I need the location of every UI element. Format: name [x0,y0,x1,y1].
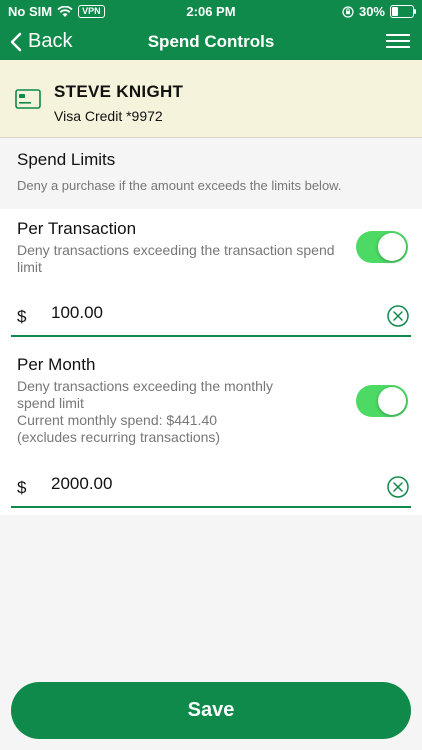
per-month-title: Per Month [17,355,96,374]
per-transaction-title: Per Transaction [17,219,137,238]
per-transaction-amount-field: $ [11,297,411,337]
per-transaction-section: Per Transaction Deny transactions exceed… [0,209,422,345]
card-holder-name: STEVE KNIGHT [54,82,184,101]
card-summary: STEVE KNIGHT Visa Credit *9972 [0,60,422,138]
nav-bar: Back Spend Controls [0,22,422,60]
per-month-description: Deny transactions exceeding the monthly … [17,378,274,411]
credit-card-icon [15,89,41,109]
page-title: Spend Controls [147,32,275,51]
status-bar: No SIM VPN 2:06 PM 30% [0,0,422,22]
currency-symbol: $ [17,307,27,326]
currency-symbol: $ [17,478,27,497]
per-month-toggle[interactable] [356,385,408,417]
battery-percent: 30% [358,4,385,19]
per-month-section: Per Month Deny transactions exceeding th… [0,345,422,515]
excludes-recurring-note: (excludes recurring transactions) [17,429,221,445]
per-transaction-amount-input[interactable] [51,303,351,323]
clear-circle-icon[interactable] [387,476,409,498]
spend-limits-title: Spend Limits [17,150,116,169]
per-month-amount-input[interactable] [51,474,351,494]
battery-icon [390,5,416,18]
per-transaction-toggle[interactable] [356,231,408,263]
spend-limits-header: Spend Limits Deny a purchase if the amou… [0,138,422,208]
clear-circle-icon[interactable] [387,305,409,327]
spend-limits-description: Deny a purchase if the amount exceeds th… [17,178,342,193]
card-name: Visa Credit *9972 [54,108,163,124]
hamburger-menu-icon[interactable] [386,34,410,50]
app-header: No SIM VPN 2:06 PM 30% Back Spend Contro… [0,0,422,60]
current-monthly-spend: Current monthly spend: $441.40 [17,412,218,428]
save-button[interactable]: Save [11,682,411,739]
per-transaction-description: Deny transactions exceeding the transact… [17,242,335,275]
orientation-lock-icon [342,5,354,18]
per-month-amount-field: $ [11,468,411,508]
